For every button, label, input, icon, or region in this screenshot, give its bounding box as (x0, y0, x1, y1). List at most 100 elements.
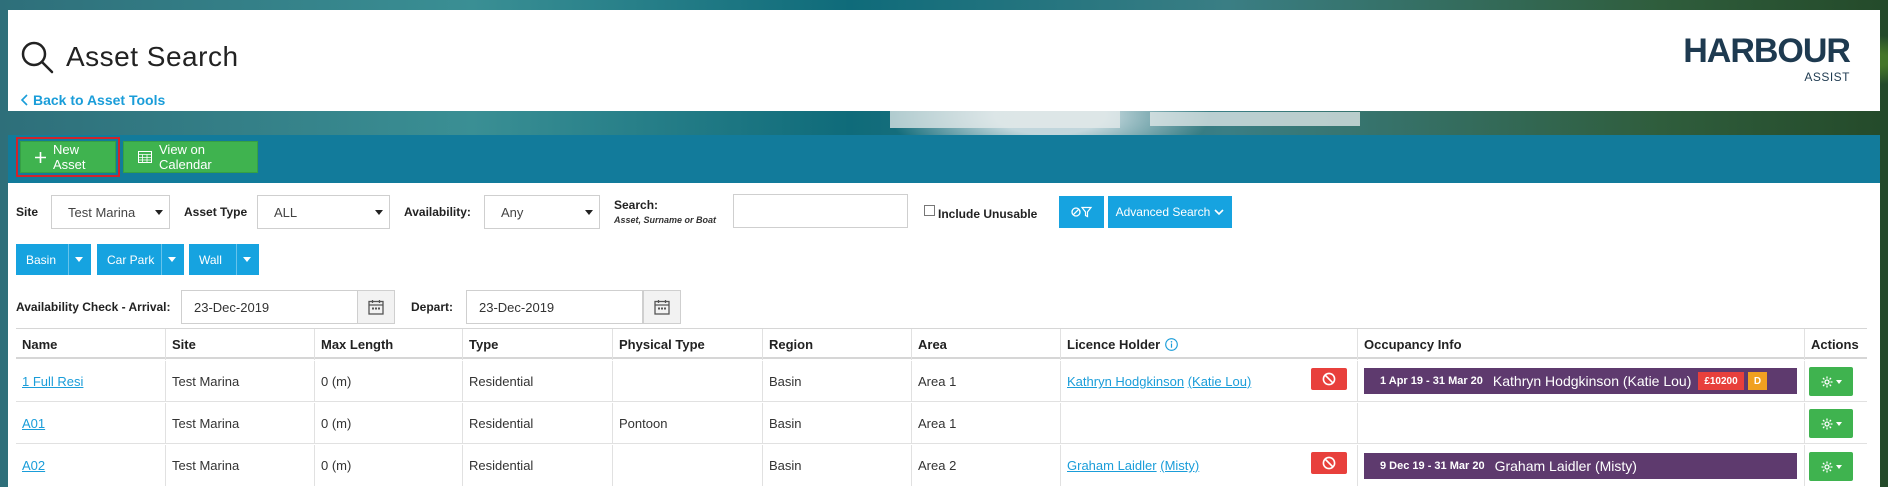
column-header: Site (165, 329, 314, 360)
group-dropdown-basin[interactable]: Basin (16, 244, 91, 275)
gear-icon (1821, 461, 1832, 472)
depart-label: Depart: (411, 300, 454, 314)
occupancy-holder: Graham Laidler (Misty) (1494, 458, 1637, 474)
availability-select[interactable]: Any (484, 195, 600, 229)
boat-link[interactable]: (Katie Lou) (1188, 374, 1252, 389)
column-header: Type (462, 329, 612, 360)
cell-type: Residential (462, 445, 612, 486)
arrival-label: Availability Check - Arrival: (16, 300, 171, 314)
column-header: Max Length (314, 329, 462, 360)
cell-actions (1804, 445, 1867, 486)
arrival-calendar-button[interactable] (357, 290, 395, 324)
page-title: Asset Search (66, 41, 239, 72)
chevron-down-icon (375, 210, 383, 215)
plus-icon (35, 151, 46, 163)
occupancy-holder: Kathryn Hodgkinson (Katie Lou) (1492, 373, 1692, 389)
occupancy-bar[interactable]: 1 Apr 19 - 31 Mar 20 Kathryn Hodgkinson … (1364, 368, 1797, 394)
cell-area: Area 2 (911, 445, 1060, 486)
licence-holder-header: Licence Holder (1060, 329, 1357, 360)
back-to-asset-tools-link[interactable]: Back to Asset Tools (20, 92, 165, 108)
dock (1150, 112, 1360, 126)
chevron-down-icon (585, 210, 593, 215)
cell-licence-holder: Kathryn Hodgkinson (Katie Lou) (1060, 361, 1357, 402)
logo-sub-text: ASSIST (1804, 70, 1850, 84)
actions-dropdown-button[interactable] (1809, 452, 1853, 481)
search-icon (21, 41, 54, 74)
table-row: A02 Test Marina 0 (m) Residential Basin … (16, 445, 1867, 487)
depart-date-input[interactable]: 23-Dec-2019 (466, 290, 643, 324)
cell-site: Test Marina (165, 361, 314, 402)
column-header: Region (762, 329, 911, 360)
availability-select-value: Any (501, 204, 524, 220)
new-asset-button[interactable]: New Asset (16, 137, 120, 177)
column-header-label: Licence Holder (1067, 337, 1161, 352)
cell-area: Area 1 (911, 361, 1060, 402)
cell-occupancy: 1 Apr 19 - 31 Mar 20 Kathryn Hodgkinson … (1357, 361, 1804, 402)
chevron-left-icon (20, 94, 28, 106)
ban-icon (1322, 372, 1336, 386)
harbour-assist-logo: HARBOUR ASSIST (1670, 34, 1851, 86)
asset-name-link[interactable]: A02 (22, 458, 45, 473)
depart-calendar-button[interactable] (643, 290, 681, 324)
occupancy-bar[interactable]: 9 Dec 19 - 31 Mar 20 Graham Laidler (Mis… (1364, 453, 1797, 479)
caret-down-icon (243, 257, 251, 262)
caret-down-icon (168, 257, 176, 262)
advanced-search-label: Advanced Search (1115, 205, 1211, 219)
cell-max-length: 0 (m) (314, 403, 462, 444)
remove-holder-button[interactable] (1311, 452, 1347, 474)
table-row: A01 Test Marina 0 (m) Residential Pontoo… (16, 403, 1867, 444)
caret-down-icon (1835, 379, 1842, 384)
site-select[interactable]: Test Marina (51, 195, 170, 229)
boat-link[interactable]: (Misty) (1160, 458, 1199, 473)
group-label: Wall (199, 252, 222, 267)
cell-type: Residential (462, 361, 612, 402)
caret-down-icon (1835, 464, 1842, 469)
view-on-calendar-label: View on Calendar (159, 142, 212, 172)
asset-name-link[interactable]: 1 Full Resi (22, 374, 83, 389)
arrival-date-input[interactable]: 23-Dec-2019 (181, 290, 358, 324)
advanced-search-button[interactable]: Advanced Search (1108, 196, 1232, 228)
cell-actions (1804, 361, 1867, 402)
occupancy-dates: 9 Dec 19 - 31 Mar 20 (1380, 460, 1485, 472)
group-label: Car Park (107, 252, 155, 267)
asset-type-select[interactable]: ALL (257, 195, 390, 229)
search-hint: Asset, Surname or Boat (614, 215, 717, 225)
cell-physical-type (612, 445, 762, 486)
asset-name-link[interactable]: A01 (22, 416, 45, 431)
group-dropdown-wall[interactable]: Wall (189, 244, 259, 275)
cell-physical-type: Pontoon (612, 403, 762, 444)
column-header: Actions (1804, 329, 1867, 360)
ban-icon (1322, 456, 1336, 470)
cell-region: Basin (762, 403, 911, 444)
table-row: 1 Full Resi Test Marina 0 (m) Residentia… (16, 361, 1867, 402)
holder-link[interactable]: Graham Laidler (1067, 458, 1157, 473)
column-header: Occupancy Info (1357, 329, 1804, 360)
chevron-down-icon (1214, 209, 1224, 216)
cell-max-length: 0 (m) (314, 445, 462, 486)
search-input[interactable] (733, 194, 908, 228)
new-asset-label: New Asset (53, 142, 86, 172)
group-label: Basin (26, 252, 57, 267)
gear-icon (1821, 376, 1832, 387)
gear-icon (1821, 418, 1832, 429)
view-on-calendar-button[interactable]: View on Calendar (123, 141, 258, 173)
remove-holder-button[interactable] (1311, 368, 1347, 390)
clear-filter-button[interactable] (1059, 196, 1104, 228)
back-link-label: Back to Asset Tools (33, 92, 166, 108)
actions-dropdown-button[interactable] (1809, 409, 1853, 438)
occupancy-dates: 1 Apr 19 - 31 Mar 20 (1380, 375, 1483, 387)
actions-dropdown-button[interactable] (1809, 367, 1853, 396)
info-icon[interactable] (1165, 338, 1179, 351)
chevron-down-icon (155, 210, 163, 215)
dock (890, 108, 1120, 128)
include-unusable-checkbox[interactable] (924, 205, 935, 216)
calendar-icon (654, 300, 670, 315)
group-dropdown-car-park[interactable]: Car Park (97, 244, 184, 275)
cell-actions (1804, 403, 1867, 444)
column-header: Area (911, 329, 1060, 360)
caret-down-icon (75, 257, 83, 262)
cell-area: Area 1 (911, 403, 1060, 444)
cell-licence-holder (1060, 403, 1357, 444)
holder-link[interactable]: Kathryn Hodgkinson (1067, 374, 1184, 389)
title-row: Asset Search (20, 40, 239, 74)
